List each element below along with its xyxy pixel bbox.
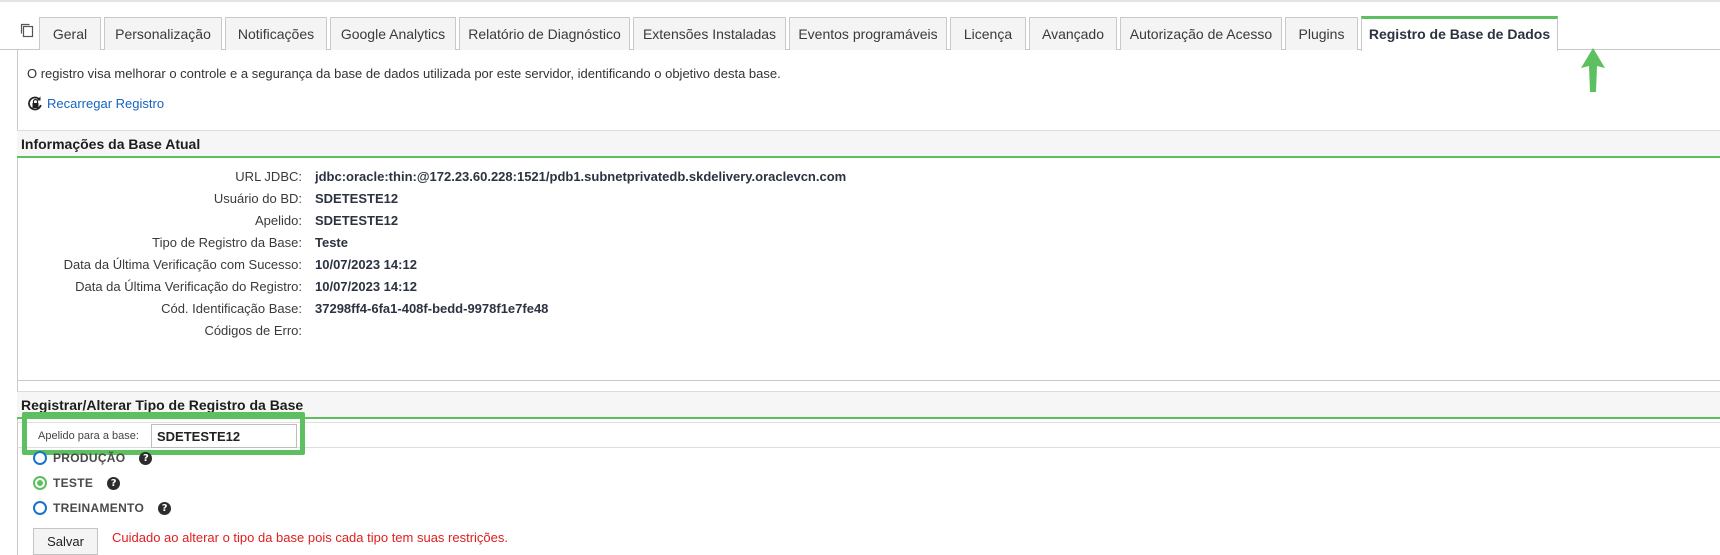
info-row-error-codes: Códigos de Erro: [17,323,1217,343]
info-row-alias: Apelido: SDETESTE12 [17,213,1217,233]
reload-lock-icon [28,96,42,111]
save-button[interactable]: Salvar [33,528,98,555]
register-title: Registrar/Alterar Tipo de Registro da Ba… [21,397,304,413]
help-icon[interactable]: ? [158,501,172,515]
info-label: Cód. Identificação Base: [161,301,302,316]
info-value: 37298ff4-6fa1-408f-bedd-9978f1e7fe48 [315,301,549,316]
reload-registration[interactable]: Recarregar Registro [27,94,164,112]
info-value: SDETESTE12 [315,213,399,228]
info-value: 10/07/2023 14:12 [315,257,417,272]
intro-text: O registro visa melhorar o controle e a … [27,66,781,81]
help-icon[interactable]: ? [107,476,121,490]
tab-avancado[interactable]: Avançado [1029,17,1117,50]
alias-input[interactable] [151,424,297,448]
alias-label: Apelido para a base: [38,430,139,442]
radio-label: TREINAMENTO [53,501,145,515]
info-value: jdbc:oracle:thin:@172.23.60.228:1521/pdb… [315,169,847,184]
info-label: URL JDBC: [235,169,302,184]
help-icon[interactable]: ? [139,451,153,465]
info-row-registration-type: Tipo de Registro da Base: Teste [17,235,1217,255]
tab-personalizacao[interactable]: Personalização [104,17,222,50]
copy-icon[interactable] [19,22,35,38]
info-label: Usuário do BD: [213,191,302,206]
tab-notificacoes[interactable]: Notificações [225,17,327,50]
radio-producao[interactable]: PRODUÇÃO ? [33,449,153,467]
tab-plugins[interactable]: Plugins [1285,17,1358,50]
tab-autorizacao-acesso[interactable]: Autorização de Acesso [1120,17,1282,50]
radio-button[interactable] [33,451,47,465]
radio-label: TESTE [53,476,94,490]
radio-button[interactable] [33,501,47,515]
info-label: Tipo de Registro da Base: [152,235,302,250]
info-row-last-success-check: Data da Última Verificação com Sucesso: … [17,257,1217,277]
tab-relatorio-diagnostico[interactable]: Relatório de Diagnóstico [459,17,630,50]
info-row-last-registration-check: Data da Última Verificação do Registro: … [17,279,1217,299]
info-value: Teste [315,235,348,250]
tab-google-analytics[interactable]: Google Analytics [330,17,456,50]
tab-registro-base-dados[interactable]: Registro de Base de Dados [1361,16,1558,51]
register-section-header: Registrar/Alterar Tipo de Registro da Ba… [17,391,1720,419]
tab-bar: Geral Personalização Notificações Google… [0,16,1720,51]
current-info-panel: URL JDBC: jdbc:oracle:thin:@172.23.60.22… [17,158,1720,381]
current-info-title: Informações da Base Atual [21,136,201,152]
tab-geral[interactable]: Geral [39,17,101,50]
info-row-base-id: Cód. Identificação Base: 37298ff4-6fa1-4… [17,301,1217,321]
info-label: Códigos de Erro: [204,323,302,338]
type-change-warning: Cuidado ao alterar o tipo da base pois c… [112,530,509,545]
info-label: Data da Última Verificação do Registro: [75,279,302,294]
top-divider [0,0,1720,2]
info-value: SDETESTE12 [315,191,399,206]
info-row-db-user: Usuário do BD: SDETESTE12 [17,191,1217,211]
reload-registration-link[interactable]: Recarregar Registro [47,96,164,111]
info-value: 10/07/2023 14:12 [315,279,417,294]
info-label: Apelido: [255,213,302,228]
up-arrow-annotation-icon [1581,48,1605,92]
radio-label: PRODUÇÃO [53,451,126,465]
info-row-jdbc-url: URL JDBC: jdbc:oracle:thin:@172.23.60.22… [17,169,1217,189]
radio-button[interactable] [33,476,47,490]
tab-extensoes-instaladas[interactable]: Extensões Instaladas [633,17,786,50]
tab-eventos-programaveis[interactable]: Eventos programáveis [789,17,947,50]
current-info-section-header: Informações da Base Atual [17,130,1720,158]
tab-licenca[interactable]: Licença [950,17,1026,50]
info-label: Data da Última Verificação com Sucesso: [63,257,302,272]
radio-teste[interactable]: TESTE ? [33,474,121,492]
radio-treinamento[interactable]: TREINAMENTO ? [33,499,172,517]
